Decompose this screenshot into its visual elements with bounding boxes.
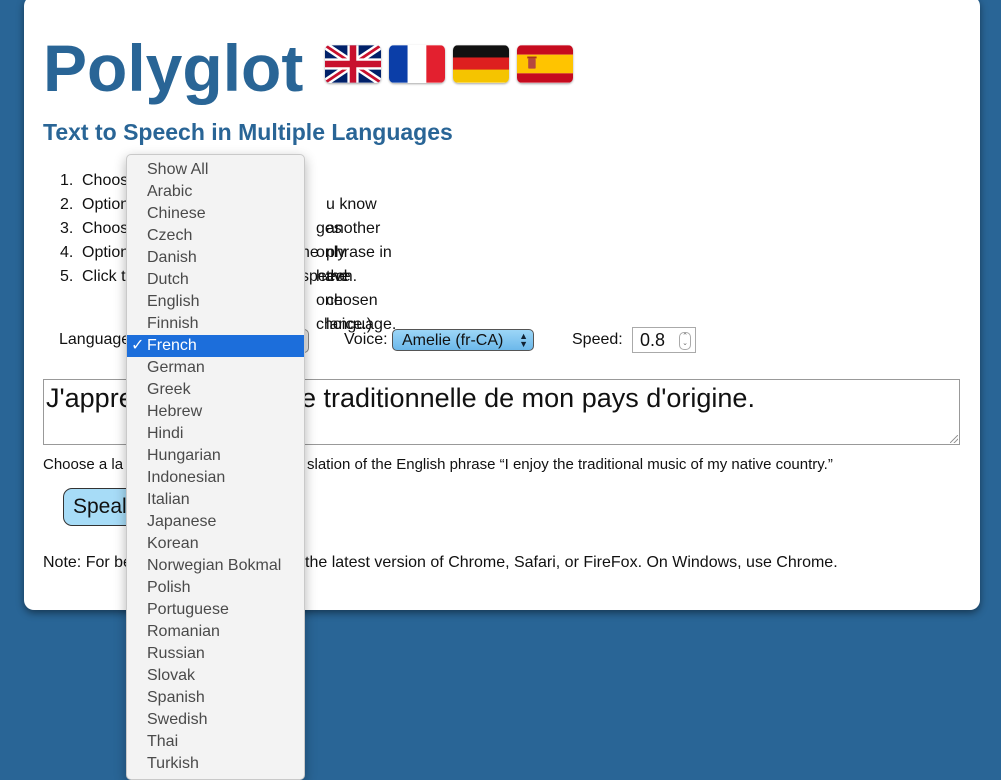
speed-input[interactable]: 0.8 ⌃ ⌄ (632, 327, 696, 353)
speed-label: Speed: (572, 331, 623, 348)
instruction-step: 2. Option u know another phrase in the cho… (60, 196, 397, 333)
language-option[interactable]: ✓ French (127, 335, 304, 357)
language-option[interactable]: Korean (127, 533, 304, 555)
language-option[interactable]: Arabic (127, 181, 304, 203)
language-dropdown-menu[interactable]: Show All Arabic Chinese Czech Danish Dutch Eng… (126, 154, 305, 780)
language-option[interactable]: Finnish (127, 313, 304, 335)
france-flag-icon (389, 45, 446, 83)
language-option[interactable]: Japanese (127, 511, 304, 533)
language-option[interactable]: Czech (127, 225, 304, 247)
page-title: Polyglot (43, 31, 304, 105)
language-option[interactable]: Chinese (127, 203, 304, 225)
voice-label: Voice: (344, 331, 388, 348)
uk-flag-icon (325, 45, 382, 83)
instruction-step: 5. Click t (60, 268, 126, 285)
language-option[interactable]: Hebrew (127, 401, 304, 423)
language-option[interactable]: English (127, 291, 304, 313)
voice-select-value: Amelie (fr-CA) (402, 332, 504, 349)
language-option[interactable]: German (127, 357, 304, 379)
language-label: Language (59, 331, 131, 348)
language-option[interactable]: Show All (127, 159, 304, 181)
instruction-step: 1. Choos (60, 172, 129, 189)
language-option[interactable]: Slovak (127, 665, 304, 687)
language-option[interactable]: Spanish (127, 687, 304, 709)
language-option-list: Show All Arabic Chinese Czech Danish Dutch Eng… (127, 155, 304, 775)
language-option[interactable]: Italian (127, 489, 304, 511)
resize-grip-icon[interactable] (950, 435, 958, 443)
language-option[interactable]: Romanian (127, 621, 304, 643)
language-option[interactable]: Polish (127, 577, 304, 599)
germany-flag-icon (453, 45, 510, 83)
speak-button-label: Speal (73, 495, 127, 518)
language-option[interactable]: Dutch (127, 269, 304, 291)
language-option[interactable]: Portuguese (127, 599, 304, 621)
language-option[interactable]: Hungarian (127, 445, 304, 467)
browser-note: Note: For be the latest version of Chrome… (43, 554, 838, 571)
checkmark-icon: ✓ (131, 337, 145, 354)
language-option[interactable]: Danish (127, 247, 304, 269)
phrase-visible-start: J'appre (46, 383, 134, 413)
language-option[interactable]: Indonesian (127, 467, 304, 489)
page-subtitle: Text to Speech in Multiple Languages (43, 119, 453, 145)
language-option[interactable]: Turkish (127, 753, 304, 775)
speed-value: 0.8 (640, 330, 666, 350)
flag-row (325, 45, 574, 83)
stepper-arrows-icon[interactable]: ⌃ ⌄ (679, 332, 691, 350)
language-option[interactable]: Russian (127, 643, 304, 665)
instruction-list: 1. Choos 2. Option u know another phrase in… (60, 169, 397, 333)
instruction-step: 4. Option ne speech. (60, 244, 358, 285)
phrase-hint: Choose a la slation of the English phrase… (43, 456, 833, 473)
language-option[interactable]: Thai (127, 731, 304, 753)
voice-select[interactable]: Amelie (fr-CA) ▲ ▼ (392, 329, 534, 351)
language-option[interactable]: Hindi (127, 423, 304, 445)
language-option[interactable]: Norwegian Bokmal (127, 555, 304, 577)
language-option[interactable]: Greek (127, 379, 304, 401)
spain-flag-icon (517, 45, 574, 83)
header: Polyglot (43, 28, 574, 108)
phrase-visible-end: ue traditionnelle de mon pays d'origine. (286, 383, 755, 413)
language-option[interactable]: Swedish (127, 709, 304, 731)
select-arrows-icon: ▲ ▼ (519, 331, 528, 349)
instruction-step: 3. Choos ges only have one choice.) (60, 220, 373, 333)
